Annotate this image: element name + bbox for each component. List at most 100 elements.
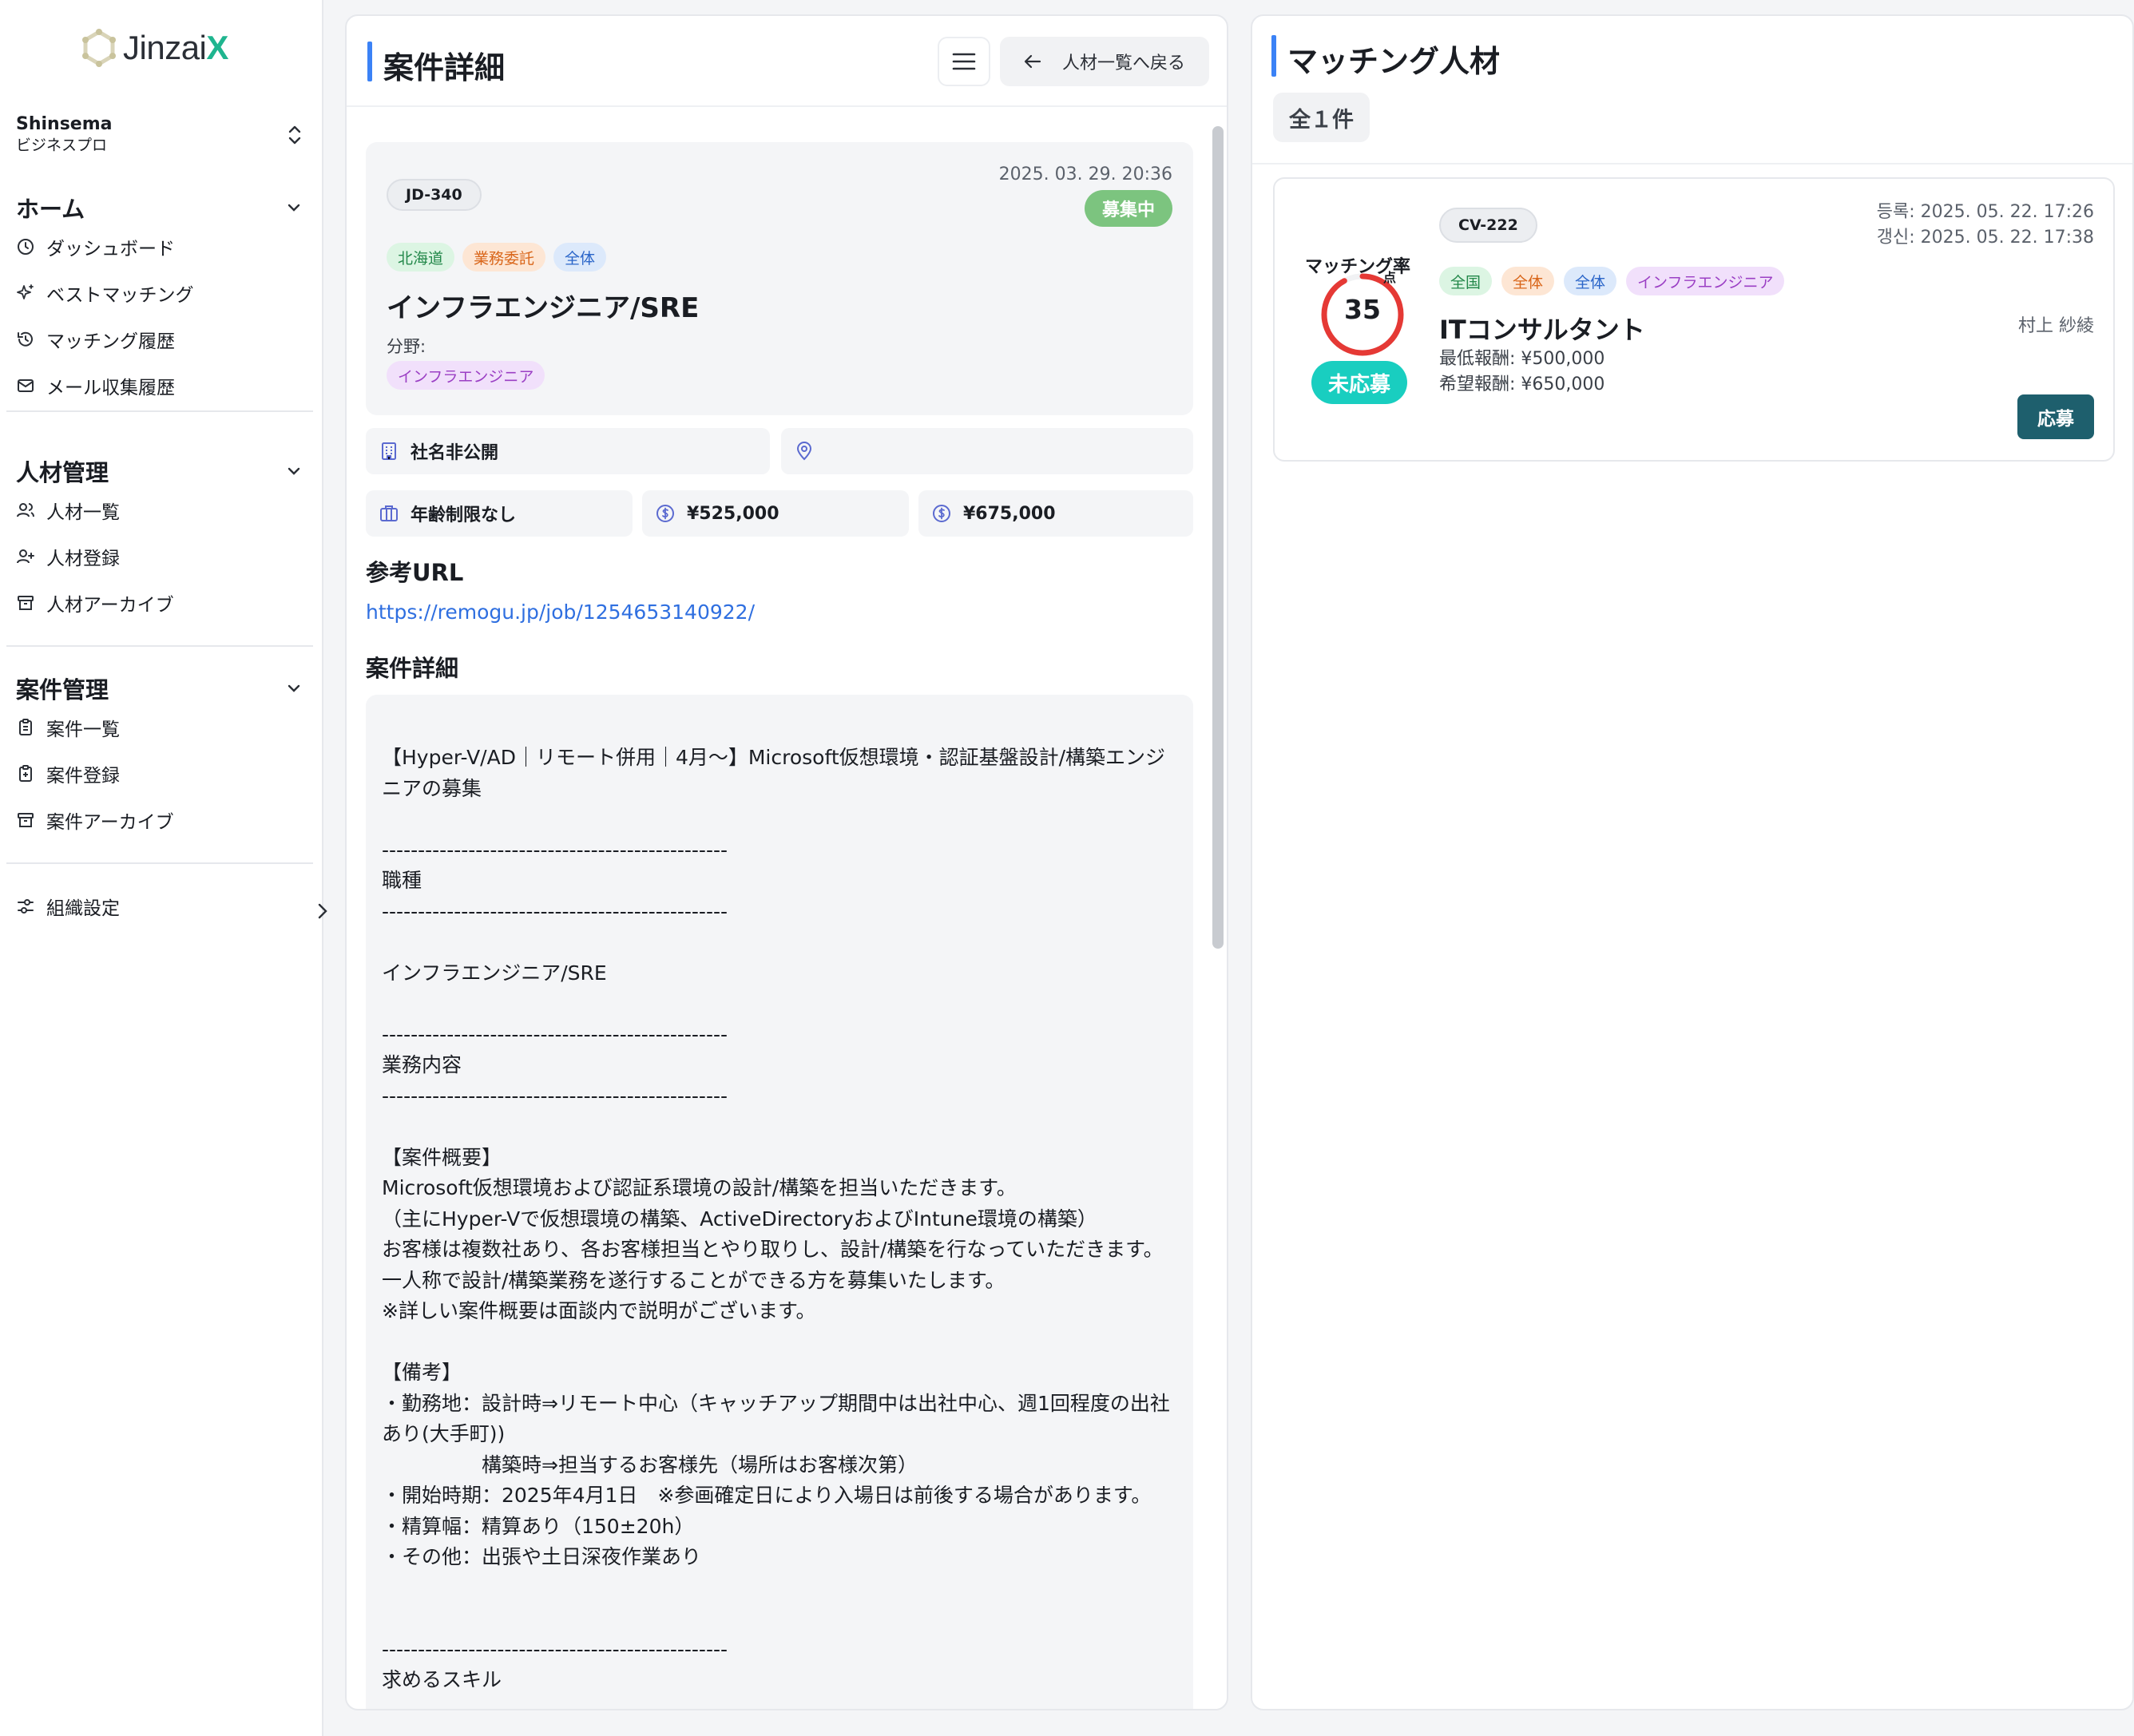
sidebar-item-dashboard[interactable]: ダッシュボード xyxy=(16,224,303,270)
cv-min-pay: 最低報酬: ¥500,000 xyxy=(1439,349,1605,369)
nav-head-talent[interactable]: 人材管理 xyxy=(16,455,303,487)
chevron-down-icon xyxy=(288,467,300,475)
logo[interactable]: JinzaiX xyxy=(80,27,228,69)
ref-url-title: 参考URL xyxy=(366,559,464,586)
salary-min: ¥525,000 xyxy=(687,503,779,524)
field-tag-wrap: インフラエンジニア xyxy=(387,361,545,390)
sidebar-item-talent-register[interactable]: 人材登録 xyxy=(16,533,303,580)
description-text: 【Hyper-V/AD｜リモート併用｜4月〜】Microsoft仮想環境・認証基… xyxy=(382,746,1170,1691)
tag-scope: 全体 xyxy=(553,243,607,271)
nav-divider xyxy=(6,410,313,412)
map-pin-icon xyxy=(796,442,812,461)
tag-contract: 業務委託 xyxy=(462,243,546,271)
sidebar-item-label: 人材アーカイブ xyxy=(46,595,174,616)
sidebar-item-label: 案件アーカイブ xyxy=(46,812,174,833)
chevron-down-icon xyxy=(288,204,300,212)
age-info: 年齢制限なし xyxy=(366,490,633,537)
sidebar-item-project-archive[interactable]: 案件アーカイブ xyxy=(16,797,303,843)
back-button-label: 人材一覧へ戻る xyxy=(1061,54,1185,73)
sidebar-item-best-matching[interactable]: ベストマッチング xyxy=(16,270,303,316)
salary-min-info: ¥525,000 xyxy=(642,490,909,537)
sidebar-item-label: 案件登録 xyxy=(46,766,120,787)
clipboard-plus-icon xyxy=(19,765,32,782)
sidebar: JinzaiX Shinsema ビジネスプロ ホーム ダッシュボード ベストマ… xyxy=(0,0,327,1736)
cv-desired-pay: 希望報酬: ¥650,000 xyxy=(1439,375,1605,394)
sidebar-item-mail-history[interactable]: メール収集履歴 xyxy=(16,363,303,409)
mail-icon xyxy=(18,379,34,392)
nav-head-home[interactable]: ホーム xyxy=(16,192,303,224)
nav-head-projects[interactable]: 案件管理 xyxy=(16,672,303,704)
back-to-list-button[interactable]: 人材一覧へ戻る xyxy=(1000,37,1209,86)
tag-region: 北海道 xyxy=(387,243,455,271)
sparkles-icon xyxy=(17,284,34,299)
title-accent-bar xyxy=(1271,35,1276,77)
sidebar-item-org-settings[interactable]: 組織設定 xyxy=(16,883,303,929)
cv-updated: 갱신: 2025. 05. 22. 17:38 xyxy=(1876,228,2094,248)
arrow-left-icon xyxy=(1024,54,1041,69)
job-detail-panel: 案件詳細 人材一覧へ戻る JD-340 2025. 03. 29. 20:36 … xyxy=(345,14,1228,1710)
chevrons-up-down-icon xyxy=(288,125,301,145)
sidebar-item-label: 組織設定 xyxy=(46,898,120,919)
clock-icon xyxy=(18,239,34,255)
cv-tags: 全国 全体 全体 インフラエンジニア xyxy=(1439,267,1785,295)
cv-person-name: 村上 紗綾 xyxy=(2018,316,2094,336)
coin-icon xyxy=(933,505,950,522)
job-detail-scroll[interactable]: JD-340 2025. 03. 29. 20:36 募集中 北海道 業務委託 … xyxy=(347,109,1227,1709)
tag-region: 全国 xyxy=(1439,267,1493,295)
cv-dates: 등록: 2025. 05. 22. 17:26 갱신: 2025. 05. 22… xyxy=(1877,200,2094,251)
sliders-icon xyxy=(18,899,34,914)
archive-icon xyxy=(18,596,34,610)
nav-head-label: 人材管理 xyxy=(16,459,109,486)
hamburger-icon xyxy=(952,53,976,70)
chevron-down-icon xyxy=(288,684,300,692)
logo-text: JinzaiX xyxy=(123,29,228,67)
cv-code-badge: CV-222 xyxy=(1439,208,1537,243)
org-plan: ビジネスプロ xyxy=(16,137,108,154)
sidebar-item-label: ダッシュボード xyxy=(46,239,175,260)
company-name: 社名非公開 xyxy=(411,443,499,463)
building-icon xyxy=(382,442,396,460)
nav-divider xyxy=(6,645,313,647)
sidebar-item-label: マッチング履歴 xyxy=(46,331,175,352)
ref-url-link[interactable]: https://remogu.jp/job/1254653140922/ xyxy=(366,600,755,624)
archive-icon xyxy=(18,813,34,827)
history-icon xyxy=(18,331,33,347)
nav-section-home: ホーム ダッシュボード ベストマッチング マッチング履歴 メール収集履歴 xyxy=(16,192,303,409)
sidebar-item-label: メール収集履歴 xyxy=(46,378,175,398)
field-label: 分野: xyxy=(387,337,426,356)
apply-button[interactable]: 応募 xyxy=(2017,394,2094,439)
title-accent-bar xyxy=(367,42,372,81)
sidebar-item-project-register[interactable]: 案件登録 xyxy=(16,751,303,797)
users-icon xyxy=(17,503,34,517)
unapplied-badge: 未応募 xyxy=(1311,361,1407,404)
sidebar-item-label: ベストマッチング xyxy=(46,285,194,306)
cv-pay: 最低報酬: ¥500,000 希望報酬: ¥650,000 xyxy=(1439,347,1604,398)
nav-head-label: 案件管理 xyxy=(16,676,109,704)
logo-mark-icon xyxy=(82,29,116,67)
scrollbar-thumb[interactable] xyxy=(1212,126,1224,949)
match-card[interactable]: マッチング率 35 点 未応募 CV-222 등록: 2025. 05. 22.… xyxy=(1273,177,2115,462)
sidebar-item-project-list[interactable]: 案件一覧 xyxy=(16,704,303,751)
match-count: 全１件 xyxy=(1273,93,1370,142)
matching-panel: マッチング人材 全１件 マッチング率 35 点 未応募 CV-222 등록: 2… xyxy=(1251,14,2134,1710)
sidebar-item-matching-history[interactable]: マッチング履歴 xyxy=(16,316,303,363)
sidebar-item-label: 人材登録 xyxy=(46,549,120,569)
clipboard-list-icon xyxy=(19,719,32,735)
job-detail-header: 案件詳細 人材一覧へ戻る xyxy=(347,16,1227,107)
nav-head-label: ホーム xyxy=(16,196,85,223)
sidebar-item-talent-list[interactable]: 人材一覧 xyxy=(16,487,303,533)
nav-section-talent: 人材管理 人材一覧 人材登録 人材アーカイブ xyxy=(16,455,303,626)
tag-field: インフラエンジニア xyxy=(1626,267,1785,295)
location-info xyxy=(781,428,1193,474)
description-box: 【Hyper-V/AD｜リモート併用｜4月〜】Microsoft仮想環境・認証基… xyxy=(366,695,1193,1709)
org-switcher[interactable]: Shinsema ビジネスプロ xyxy=(16,113,303,158)
company-info: 社名非公開 xyxy=(366,428,770,474)
logo-text-main: Jinzai xyxy=(123,29,207,66)
menu-button[interactable] xyxy=(938,37,990,86)
salary-max-info: ¥675,000 xyxy=(918,490,1193,537)
sidebar-item-talent-archive[interactable]: 人材アーカイブ xyxy=(16,580,303,626)
job-tags: 北海道 業務委託 全体 xyxy=(387,243,607,271)
org-name: Shinsema xyxy=(16,114,113,134)
chevron-right-icon[interactable] xyxy=(315,901,331,922)
nav-section-settings: 組織設定 xyxy=(16,883,303,929)
